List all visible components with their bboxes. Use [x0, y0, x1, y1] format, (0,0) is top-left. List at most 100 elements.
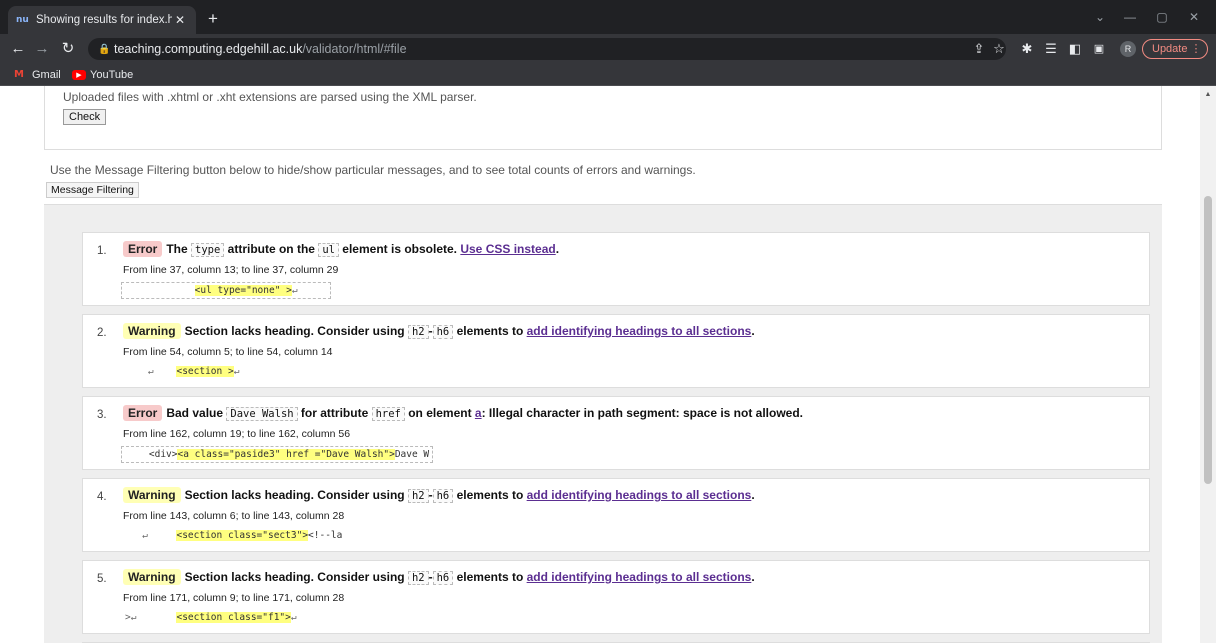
address-bar[interactable]: 🔒 teaching.computing.edgehill.ac.uk/vali…: [88, 38, 1006, 60]
extract-pre: ↵: [125, 366, 177, 377]
extract-highlight: <section class="f1">: [176, 612, 291, 623]
message-location: From line 162, column 19; to line 162, c…: [123, 428, 351, 440]
message-part: element is obsolete.: [338, 242, 461, 256]
code-snippet: h2: [407, 325, 429, 339]
bookmark-youtube[interactable]: ▶ YouTube: [72, 67, 133, 83]
headings-link[interactable]: add identifying headings to all sections: [527, 570, 752, 584]
side-panel-icon[interactable]: ◧: [1066, 40, 1084, 58]
warning-badge: Warning: [123, 323, 181, 339]
headings-link[interactable]: add identifying headings to all sections: [527, 324, 752, 338]
window-close-icon[interactable]: ✕: [1182, 8, 1206, 26]
message-part: Bad value: [166, 406, 227, 420]
extract-highlight: <a class="paside3" href ="Dave Walsh">: [177, 449, 395, 460]
update-button[interactable]: Update ⋮: [1142, 39, 1208, 59]
code-snippet: h6: [432, 571, 454, 585]
nu-favicon-icon: nu: [16, 15, 29, 25]
warning-badge: Warning: [123, 487, 181, 503]
message-part: Section lacks heading. Consider using: [184, 324, 408, 338]
check-button[interactable]: Check: [63, 109, 107, 125]
error-badge: Error: [123, 405, 163, 421]
line-break-icon: ↵: [291, 285, 298, 296]
code-extract: >↵ <section class="f1">↵: [121, 610, 301, 627]
message-number: 3.: [97, 409, 107, 421]
message-part: on element: [404, 406, 475, 420]
extract-pre: ↵: [125, 530, 177, 541]
element-a-link[interactable]: a: [475, 406, 482, 420]
message-part: .: [751, 570, 755, 584]
tab-search-icon[interactable]: ⌄: [1088, 8, 1112, 26]
message-filtering-button[interactable]: Message Filtering: [46, 182, 139, 198]
message-item: 1. Error The type attribute on the ul ele…: [82, 232, 1150, 306]
reload-icon[interactable]: ↻: [58, 40, 78, 58]
message-item: 3. Error Bad value Dave Walsh for attribu…: [82, 396, 1150, 470]
upload-note: Uploaded files with .xhtml or .xht exten…: [63, 90, 477, 104]
scrollbar-thumb[interactable]: [1204, 196, 1212, 484]
message-number: 5.: [97, 573, 107, 585]
forward-icon[interactable]: →: [32, 40, 52, 58]
message-part: for attribute: [297, 406, 372, 420]
youtube-icon: ▶: [72, 70, 86, 80]
new-tab-icon[interactable]: +: [204, 10, 222, 28]
back-icon[interactable]: ←: [8, 40, 28, 58]
maximize-icon[interactable]: ▢: [1150, 8, 1174, 26]
browser-toolbar: ← → ↻ 🔒 teaching.computing.edgehill.ac.u…: [0, 34, 1216, 64]
reading-list-icon[interactable]: ☰: [1042, 40, 1060, 58]
url-path: /validator/html/#file: [302, 42, 407, 56]
message-location: From line 143, column 6; to line 143, co…: [123, 510, 345, 522]
bookmark-gmail[interactable]: M Gmail: [14, 67, 61, 83]
code-snippet: h6: [432, 489, 454, 503]
code-snippet: href: [371, 407, 405, 421]
extensions-icon[interactable]: ✱: [1018, 40, 1036, 58]
message-text: Warning Section lacks heading. Consider u…: [123, 323, 755, 339]
warning-badge: Warning: [123, 569, 181, 585]
message-part: Section lacks heading. Consider using: [184, 570, 408, 584]
message-part: .: [751, 324, 755, 338]
scroll-up-icon[interactable]: ▲: [1204, 91, 1212, 99]
code-snippet: h2: [407, 571, 429, 585]
code-extract: ↵ <section class="sect3"><!--la: [121, 528, 346, 545]
message-text: Error The type attribute on the ul elemen…: [123, 241, 559, 257]
avatar[interactable]: R: [1120, 41, 1136, 57]
extract-highlight: <section >: [176, 366, 234, 377]
message-number: 1.: [97, 245, 107, 257]
share-icon[interactable]: ⇪: [970, 40, 988, 58]
message-part: attribute on the: [224, 242, 319, 256]
message-part: .: [751, 488, 755, 502]
message-number: 4.: [97, 491, 107, 503]
message-item: 5. Warning Section lacks heading. Conside…: [82, 560, 1150, 634]
bookmark-star-icon[interactable]: ☆: [990, 40, 1008, 58]
message-part: The: [166, 242, 192, 256]
minimize-icon[interactable]: —: [1118, 8, 1142, 26]
message-location: From line 171, column 9; to line 171, co…: [123, 592, 345, 604]
profile-menu-icon[interactable]: ▣: [1090, 40, 1108, 58]
title-bar: nu Showing results for index.html - N ✕ …: [0, 0, 1216, 34]
message-part: -: [428, 570, 433, 584]
code-snippet: ul: [318, 243, 339, 257]
tab-title: Showing results for index.html - N: [36, 14, 172, 26]
upload-fieldset: Uploaded files with .xhtml or .xht exten…: [44, 86, 1162, 150]
extract-highlight: <section class="sect3">: [176, 530, 309, 541]
message-location: From line 54, column 5; to line 54, colu…: [123, 346, 333, 358]
results-panel: 1. Error The type attribute on the ul ele…: [44, 204, 1162, 643]
message-part: elements to: [453, 324, 527, 338]
code-snippet: type: [191, 243, 225, 257]
filter-note: Use the Message Filtering button below t…: [50, 163, 696, 177]
page-scrollbar[interactable]: ▲: [1200, 86, 1216, 643]
headings-link[interactable]: add identifying headings to all sections: [527, 488, 752, 502]
bookmarks-bar: M Gmail ▶ YouTube: [0, 64, 1216, 86]
url-host: teaching.computing.edgehill.ac.uk: [114, 42, 303, 56]
close-icon[interactable]: ✕: [172, 12, 188, 28]
extract-pre: >↵: [125, 612, 177, 623]
message-number: 2.: [97, 327, 107, 339]
message-part: Section lacks heading. Consider using: [184, 488, 408, 502]
message-item: 2. Warning Section lacks heading. Conside…: [82, 314, 1150, 388]
message-part: -: [428, 488, 433, 502]
message-item: 4. Warning Section lacks heading. Conside…: [82, 478, 1150, 552]
error-badge: Error: [123, 241, 163, 257]
browser-tab[interactable]: nu Showing results for index.html - N ✕: [8, 6, 196, 34]
message-location: From line 37, column 13; to line 37, col…: [123, 264, 339, 276]
update-label: Update: [1152, 43, 1188, 55]
code-snippet: h6: [432, 325, 454, 339]
use-css-link[interactable]: Use CSS instead: [460, 242, 555, 256]
extract-pre: <div>: [126, 449, 178, 460]
